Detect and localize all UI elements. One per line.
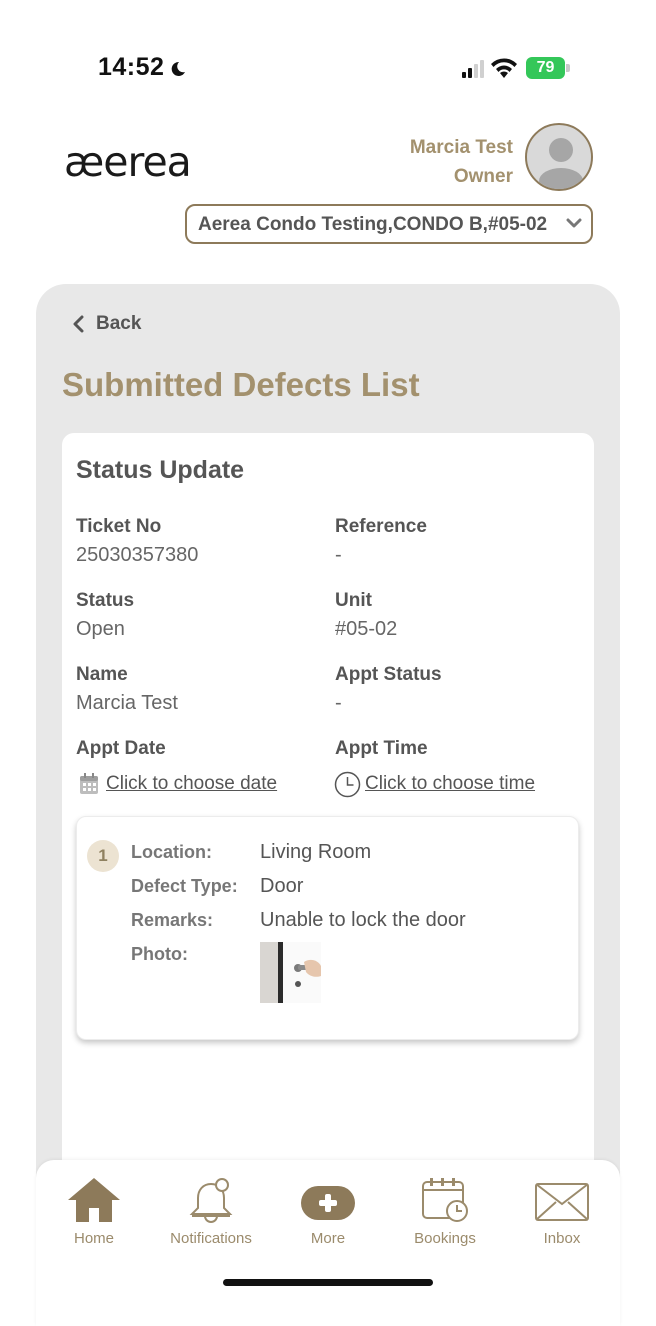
back-button[interactable]: Back <box>72 312 141 336</box>
user-avatar-icon <box>539 138 583 189</box>
tab-bookings[interactable]: Bookings <box>395 1176 495 1247</box>
unit-value: #05-02 <box>335 618 398 640</box>
defect-photo[interactable] <box>260 942 321 1003</box>
name-label: Name <box>76 664 128 685</box>
do-not-disturb-icon <box>171 61 185 76</box>
calendar-clock-icon <box>422 1178 468 1222</box>
chevron-down-icon <box>566 218 582 228</box>
unit-selector[interactable]: Aerea Condo Testing,CONDO B,#05-02 <box>185 204 593 244</box>
envelope-icon <box>535 1183 589 1221</box>
choose-date-link[interactable]: Click to choose date <box>106 773 277 795</box>
name-value: Marcia Test <box>76 692 178 714</box>
reference-value: - <box>335 544 342 566</box>
appt-time-label: Appt Time <box>335 738 428 759</box>
chevron-left-icon <box>73 315 84 333</box>
tab-more[interactable]: More <box>278 1176 378 1247</box>
defect-item-number: 1 <box>87 840 119 872</box>
unit-label: Unit <box>335 590 372 611</box>
card-title: Status Update <box>76 456 245 484</box>
home-indicator[interactable] <box>223 1279 433 1286</box>
status-label: Status <box>76 590 135 611</box>
battery-level: 79 <box>526 57 565 79</box>
ticket-no-label: Ticket No <box>76 516 162 537</box>
defect-type-label: Defect Type: <box>131 876 238 896</box>
appt-date-label: Appt Date <box>76 738 166 759</box>
status-value: Open <box>76 618 125 640</box>
reference-label: Reference <box>335 516 427 537</box>
ticket-no-value: 25030357380 <box>76 544 199 566</box>
remarks-label: Remarks: <box>131 910 214 930</box>
plus-icon <box>301 1186 355 1220</box>
clock-icon[interactable] <box>334 771 361 798</box>
location-label: Location: <box>131 842 212 862</box>
remarks-value: Unable to lock the door <box>260 909 466 931</box>
user-name: Marcia Test <box>409 137 513 158</box>
bell-icon <box>189 1178 233 1223</box>
tab-notifications[interactable]: Notifications <box>161 1176 261 1247</box>
calendar-icon[interactable] <box>79 773 99 795</box>
app-logo: æerea <box>64 138 192 186</box>
choose-time-link[interactable]: Click to choose time <box>365 773 535 795</box>
home-icon <box>68 1178 120 1222</box>
location-value: Living Room <box>260 841 372 863</box>
status-bar: 14:52 79 <box>0 0 656 120</box>
tab-inbox-label: Inbox <box>543 1230 581 1247</box>
door-lock-photo <box>260 942 321 1003</box>
defect-type-value: Door <box>260 875 304 897</box>
user-role: Owner <box>453 166 513 187</box>
tab-bookings-label: Bookings <box>414 1230 476 1247</box>
tab-notifications-label: Notifications <box>170 1230 252 1247</box>
battery-icon: 79 <box>526 57 570 79</box>
tab-inbox[interactable]: Inbox <box>512 1176 612 1247</box>
tab-home-label: Home <box>73 1230 114 1247</box>
appt-status-value: - <box>335 692 342 714</box>
status-time: 14:52 <box>98 53 165 81</box>
avatar[interactable] <box>525 123 593 191</box>
tab-home[interactable]: Home <box>44 1176 144 1247</box>
photo-label: Photo: <box>131 944 188 964</box>
unit-selector-value: Aerea Condo Testing,CONDO B,#05-02 <box>198 214 548 235</box>
wifi-icon <box>491 58 517 78</box>
page-title: Submitted Defects List <box>62 366 420 403</box>
back-label: Back <box>96 313 142 334</box>
tab-more-label: More <box>310 1230 346 1247</box>
appt-status-label: Appt Status <box>335 664 442 685</box>
cellular-signal-icon <box>462 60 484 78</box>
